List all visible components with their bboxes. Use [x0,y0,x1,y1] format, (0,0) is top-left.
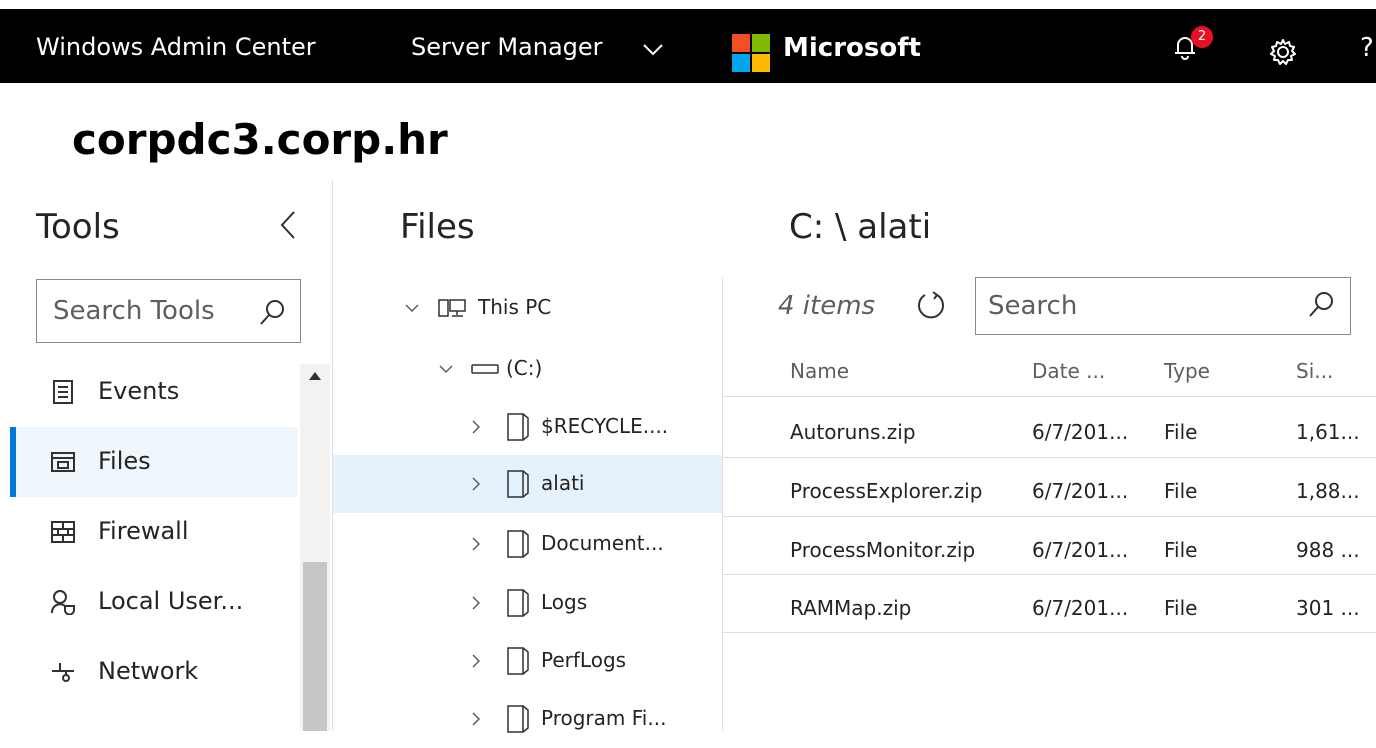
tree-node-folder[interactable]: Document... [333,515,722,573]
tree-divider [722,278,723,731]
chevron-right-icon[interactable] [467,535,485,553]
column-header-type[interactable]: Type [1164,359,1210,383]
tree-node-folder[interactable]: Logs [333,574,722,632]
file-date-cell: 6/7/201... [1032,479,1129,503]
file-size-cell: 988 ... [1296,538,1360,562]
collapse-tools-button[interactable] [276,208,300,242]
tree-node-folder[interactable]: $RECYCLE.... [333,398,722,456]
microsoft-logo-icon [732,34,772,74]
context-switcher-label[interactable]: Server Manager [411,33,603,61]
tree-node-c-drive[interactable]: (C:) [333,340,722,398]
tool-item-label: Events [98,377,180,405]
chevron-right-icon[interactable] [467,652,485,670]
top-bar: Windows Admin Center Server Manager Micr… [0,9,1376,83]
file-search-input[interactable] [988,290,1288,322]
folder-icon [507,413,529,441]
tree-node-folder[interactable]: PerfLogs [333,632,722,690]
chevron-right-icon[interactable] [467,710,485,728]
column-header-name[interactable]: Name [790,359,849,383]
column-header-date[interactable]: Date ... [1032,359,1105,383]
file-type-cell: File [1164,538,1198,562]
file-name-cell[interactable]: ProcessExplorer.zip [790,479,982,503]
tree-node-label: (C:) [506,356,543,380]
row-divider [723,574,1376,575]
app-title[interactable]: Windows Admin Center [36,33,316,61]
file-date-cell: 6/7/201... [1032,420,1129,444]
page-title: corpdc3.corp.hr [72,115,448,164]
chevron-right-icon[interactable] [467,594,485,612]
file-search-box[interactable] [975,277,1351,335]
network-icon [52,663,74,682]
chevron-right-icon[interactable] [467,418,485,436]
row-divider [723,632,1376,633]
row-divider [723,516,1376,517]
file-name-cell[interactable]: Autoruns.zip [790,420,916,444]
events-icon [53,380,73,404]
chevron-down-icon[interactable] [437,360,455,378]
local-users-icon [50,590,75,615]
tree-node-folder-selected[interactable]: alati [333,455,722,513]
tree-node-label: $RECYCLE.... [541,414,669,438]
tools-search-box[interactable] [36,279,301,343]
scroll-up-icon[interactable] [308,370,322,382]
tree-node-label: Program Fi... [541,706,667,730]
file-type-cell: File [1164,420,1198,444]
help-button[interactable]: ? [1360,33,1374,63]
chevron-right-icon[interactable] [467,475,485,493]
file-size-cell: 1,61... [1296,420,1360,444]
tool-item-network[interactable]: Network [10,637,298,707]
folder-icon [507,705,529,733]
tool-item-events[interactable]: Events [10,357,298,427]
tool-item-label: Files [98,447,151,475]
current-path: C: \ alati [789,207,932,247]
tools-search-input[interactable] [53,296,243,326]
folder-icon [507,589,529,617]
file-type-cell: File [1164,596,1198,620]
chevron-down-icon[interactable] [403,299,421,317]
row-divider [723,396,1376,397]
computer-icon [438,299,466,317]
tool-item-files[interactable]: Files [10,427,298,497]
notification-badge: 2 [1191,26,1213,48]
tool-item-label: Network [98,657,199,685]
search-icon[interactable] [257,298,287,328]
tree-node-label: Logs [541,590,588,614]
tree-node-label: Document... [541,531,664,555]
refresh-icon[interactable] [914,289,948,323]
file-size-cell: 301 ... [1296,596,1360,620]
folder-icon [507,647,529,675]
tree-node-folder[interactable]: Program Fi... [333,690,722,748]
files-heading: Files [400,207,475,247]
tools-scrollbar-thumb[interactable] [303,562,327,731]
file-date-cell: 6/7/201... [1032,596,1129,620]
files-icon [51,452,75,472]
item-count: 4 items [778,291,876,321]
tree-node-this-pc[interactable]: This PC [333,279,722,337]
folder-icon [507,470,529,498]
tool-item-label: Firewall [98,517,189,545]
column-header-size[interactable]: Si... [1296,359,1333,383]
tool-item-local-users[interactable]: Local User... [10,567,298,637]
file-date-cell: 6/7/201... [1032,538,1129,562]
brand-name: Microsoft [783,33,921,63]
tool-item-firewall[interactable]: Firewall [10,497,298,567]
folder-icon [507,530,529,558]
tree-node-label: PerfLogs [541,648,627,672]
file-name-cell[interactable]: ProcessMonitor.zip [790,538,975,562]
chevron-down-icon[interactable] [640,37,666,61]
search-icon[interactable] [1306,290,1336,320]
firewall-icon [51,521,75,543]
drive-icon [471,364,499,374]
gear-icon[interactable] [1266,35,1300,69]
file-type-cell: File [1164,479,1198,503]
tool-item-label: Local User... [98,587,244,615]
file-size-cell: 1,88... [1296,479,1360,503]
tree-node-label: This PC [478,295,552,319]
row-divider [723,457,1376,458]
file-name-cell[interactable]: RAMMap.zip [790,596,911,620]
tools-heading: Tools [36,207,120,247]
tree-node-label: alati [541,471,585,495]
